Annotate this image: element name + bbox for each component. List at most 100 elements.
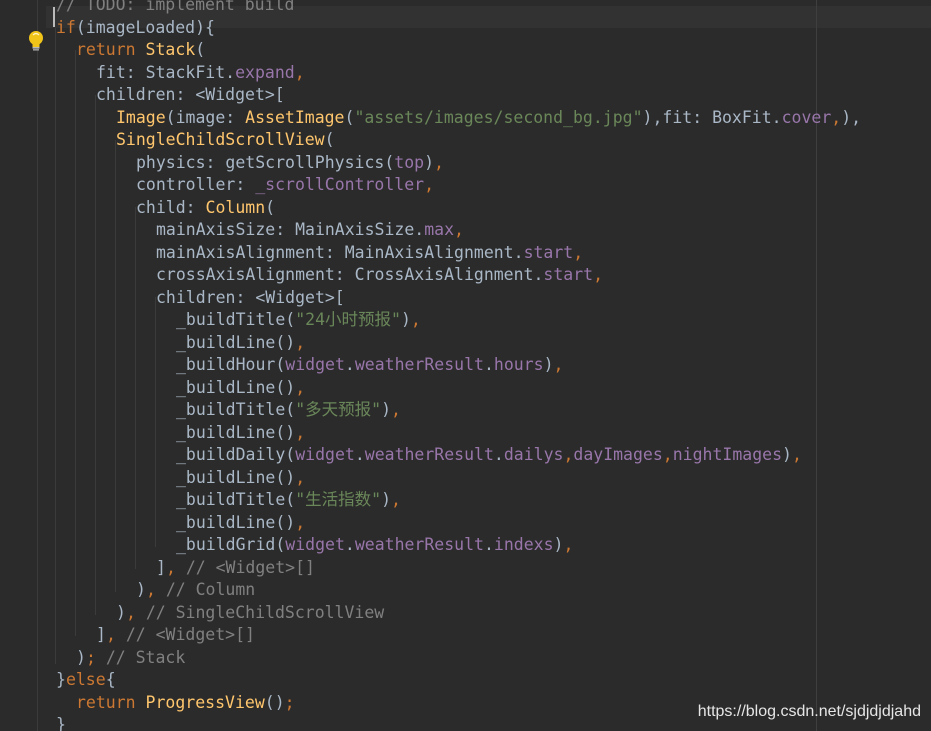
code-token: . — [354, 445, 365, 464]
code-line[interactable]: crossAxisAlignment: CrossAxisAlignment.s… — [156, 264, 603, 287]
code-token: , — [662, 445, 673, 464]
code-token: Column — [205, 197, 266, 217]
code-token: } — [56, 670, 66, 689]
code-token: Stack — [145, 40, 196, 59]
code-token: ] — [156, 557, 166, 577]
code-token: _buildLine() — [176, 422, 296, 442]
code-token: "24小时预报" — [295, 310, 401, 329]
code-token: child: — [136, 197, 206, 217]
code-line[interactable]: if(imageLoaded){ — [56, 17, 215, 40]
code-token: . — [483, 355, 494, 374]
code-line[interactable]: _buildTitle("24小时预报"), — [176, 309, 421, 332]
code-line[interactable]: _buildDaily(widget.weatherResult.dailys,… — [176, 444, 802, 467]
code-token: , — [295, 467, 306, 487]
code-token: ) — [782, 445, 792, 464]
code-token: , — [294, 62, 305, 82]
code-token: ( — [265, 197, 276, 217]
code-token: , — [593, 265, 604, 284]
code-line[interactable]: _buildTitle("多天预报"), — [176, 399, 401, 422]
code-line[interactable]: ], // <Widget>[] — [156, 557, 315, 580]
code-token: ),fit: BoxFit. — [642, 107, 782, 127]
code-token: nightImages — [672, 445, 783, 464]
code-token: else — [65, 670, 106, 689]
code-token: , — [573, 242, 584, 262]
code-line[interactable]: SingleChildScrollView( — [116, 129, 335, 152]
code-line[interactable]: physics: getScrollPhysics(top), — [136, 152, 444, 175]
code-token: _buildGrid( — [176, 535, 286, 554]
code-line[interactable]: child: Column( — [136, 197, 275, 220]
code-token: ) — [543, 355, 554, 374]
editor-gutter[interactable] — [0, 0, 46, 731]
indent-guide — [95, 95, 96, 615]
code-line[interactable]: children: <Widget>[ — [96, 84, 285, 107]
code-line[interactable]: mainAxisAlignment: MainAxisAlignment.sta… — [156, 242, 583, 265]
code-line[interactable]: _buildLine(), — [176, 377, 305, 400]
code-token: ) — [136, 580, 146, 599]
code-token: , — [410, 310, 421, 329]
code-token: , — [105, 625, 126, 644]
code-token: dayImages — [573, 445, 663, 464]
code-line[interactable]: }else{ — [56, 669, 116, 692]
code-line[interactable]: return Stack( — [76, 39, 205, 62]
code-token: _buildLine() — [176, 512, 296, 532]
code-line[interactable]: _buildTitle("生活指数"), — [176, 489, 401, 512]
code-line[interactable]: Image(image: AssetImage("assets/images/s… — [116, 107, 861, 130]
code-line[interactable]: ), // SingleChildScrollView — [116, 602, 384, 625]
code-token: widget — [285, 535, 345, 554]
code-token: ) — [381, 490, 392, 509]
lightbulb-icon[interactable] — [26, 29, 46, 53]
code-token: "多天预报" — [295, 400, 382, 419]
code-token: , — [831, 107, 842, 127]
code-token: , — [125, 602, 146, 622]
code-token: ) — [424, 152, 435, 172]
code-line[interactable]: _buildLine(), — [176, 422, 305, 445]
code-token: . — [483, 535, 494, 554]
code-token: _buildLine() — [176, 332, 296, 352]
code-line[interactable]: _buildGrid(widget.weatherResult.indexs), — [176, 534, 573, 557]
code-token: SingleChildScrollView — [116, 130, 325, 149]
code-token: _buildLine() — [176, 467, 296, 487]
code-token: mainAxisSize: MainAxisSize. — [156, 220, 425, 239]
code-line[interactable]: return ProgressView(); — [76, 692, 295, 715]
code-token: , — [391, 400, 401, 419]
code-token: "生活指数" — [295, 490, 382, 509]
code-token: // <Widget>[] — [185, 557, 315, 577]
code-token: start — [543, 265, 594, 284]
code-editor[interactable]: // TODO: implement build if(imageLoaded){… — [0, 0, 931, 731]
code-token: , — [145, 580, 166, 599]
code-line[interactable]: // TODO: implement build — [56, 0, 294, 17]
code-line[interactable]: _buildLine(), — [176, 332, 305, 355]
code-token: , — [434, 152, 444, 172]
code-line[interactable]: } — [56, 714, 66, 731]
code-token: return — [76, 40, 146, 59]
code-token: ( — [344, 107, 355, 127]
code-token: hours — [493, 355, 544, 374]
code-token: max — [424, 220, 455, 239]
code-line[interactable]: ], // <Widget>[] — [96, 624, 255, 647]
code-line[interactable]: ); // Stack — [76, 647, 185, 670]
code-line[interactable]: children: <Widget>[ — [156, 287, 345, 310]
code-token: ( — [195, 40, 206, 59]
code-token: (imageLoaded){ — [75, 17, 215, 37]
code-token: _buildTitle( — [176, 490, 296, 509]
indent-guide — [55, 28, 56, 664]
code-token: , — [295, 512, 306, 532]
code-line[interactable]: _buildLine(), — [176, 467, 305, 490]
code-token: _buildDaily( — [176, 445, 296, 464]
code-line[interactable]: controller: _scrollController, — [136, 174, 434, 197]
code-token: crossAxisAlignment: CrossAxisAlignment. — [156, 265, 544, 284]
code-line[interactable]: fit: StackFit.expand, — [96, 62, 305, 85]
code-token: , — [295, 332, 306, 352]
text-caret — [53, 7, 55, 27]
code-line[interactable]: _buildLine(), — [176, 512, 305, 535]
code-line[interactable]: ), // Column — [136, 579, 255, 602]
code-line[interactable]: mainAxisSize: MainAxisSize.max, — [156, 219, 464, 242]
code-token: , — [563, 445, 574, 464]
code-token: "assets/images/second_bg.jpg" — [354, 107, 643, 127]
code-token: { — [105, 670, 116, 689]
code-token: weatherResult — [354, 355, 484, 374]
code-token: (image: — [165, 107, 246, 127]
code-line[interactable]: _buildHour(widget.weatherResult.hours), — [176, 354, 563, 377]
code-token: widget — [285, 355, 345, 374]
code-token: // TODO: implement build — [56, 0, 295, 14]
